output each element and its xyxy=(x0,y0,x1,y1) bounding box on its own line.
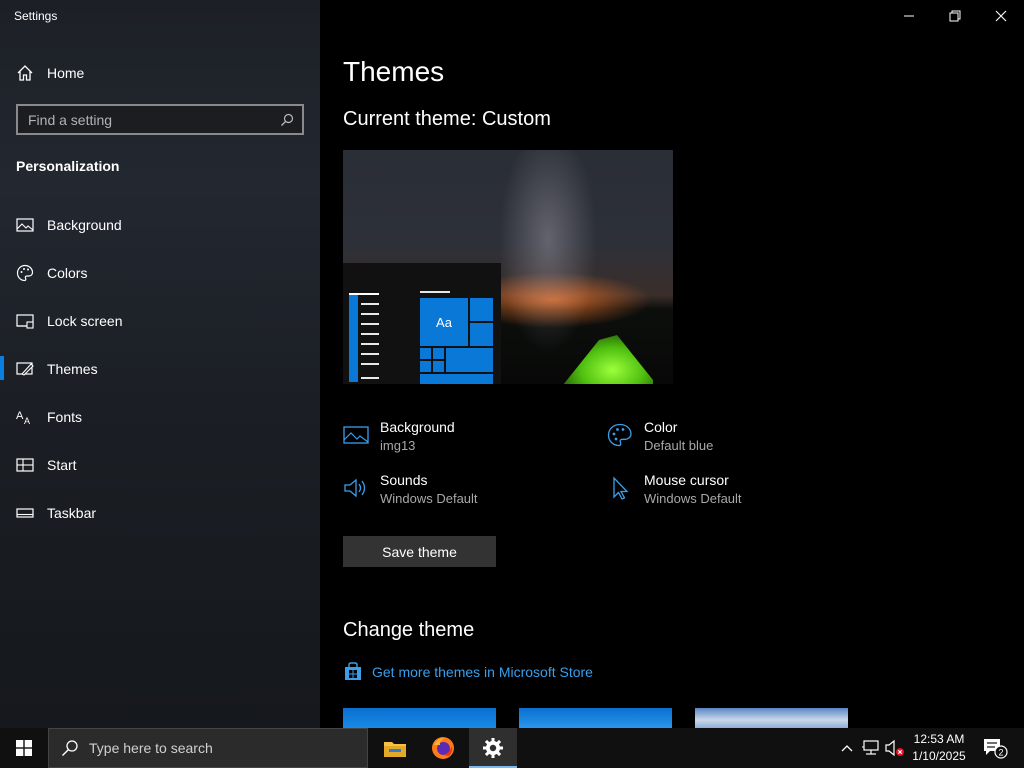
speaker-icon xyxy=(344,478,366,498)
sidebar-item-label: Background xyxy=(47,217,122,233)
sidebar-item-label: Fonts xyxy=(47,409,83,425)
property-name: Mouse cursor xyxy=(644,472,729,488)
sidebar: Settings Home Personalization Background xyxy=(0,0,320,728)
store-link-label: Get more themes in Microsoft Store xyxy=(372,664,593,680)
change-theme-title: Change theme xyxy=(343,619,475,641)
theme-thumbnail-flowers[interactable] xyxy=(695,708,848,728)
search-input[interactable] xyxy=(18,106,302,133)
property-value: img13 xyxy=(380,438,416,453)
sidebar-item-label: Themes xyxy=(47,361,98,377)
sidebar-nav: Background Colors Lock screen Themes A A… xyxy=(0,208,320,544)
network-button[interactable] xyxy=(860,728,882,768)
page-title: Themes xyxy=(343,56,445,87)
minimize-icon xyxy=(904,15,914,17)
property-value: Windows Default xyxy=(380,491,478,506)
sidebar-item-label: Lock screen xyxy=(47,313,123,329)
property-name: Sounds xyxy=(380,472,428,488)
palette-icon xyxy=(16,264,34,282)
firefox-icon xyxy=(432,737,454,759)
sidebar-item-label: Start xyxy=(47,457,77,473)
sidebar-item-background[interactable]: Background xyxy=(0,208,320,256)
close-icon xyxy=(995,10,1007,22)
sidebar-item-label: Colors xyxy=(47,265,88,281)
start-button[interactable] xyxy=(0,728,48,768)
tile-label: Aa xyxy=(420,298,468,346)
settings-gear-icon xyxy=(483,738,503,758)
clock-date: 1/10/2025 xyxy=(912,749,966,763)
action-center-button[interactable]: 2 xyxy=(978,728,1012,768)
home-label: Home xyxy=(47,65,85,81)
theme-preview: Aa xyxy=(343,150,673,384)
property-name: Color xyxy=(644,419,678,435)
notification-count: 2 xyxy=(998,748,1003,758)
volume-button[interactable] xyxy=(884,728,906,768)
clock[interactable]: 12:53 AM 1/10/2025 xyxy=(904,731,974,765)
notifications-icon: 2 xyxy=(984,739,1008,759)
network-icon xyxy=(862,740,879,755)
themes-icon xyxy=(16,362,34,376)
theme-thumbnail-windows-light[interactable] xyxy=(519,708,672,728)
file-explorer-icon xyxy=(384,742,406,757)
sidebar-item-lock-screen[interactable]: Lock screen xyxy=(0,304,320,352)
cursor-icon xyxy=(613,476,629,500)
tent-image xyxy=(563,335,653,384)
start-icon xyxy=(16,458,34,472)
taskbar-firefox[interactable] xyxy=(419,728,467,768)
sidebar-item-colors[interactable]: Colors xyxy=(0,256,320,304)
minimize-button[interactable] xyxy=(886,0,932,32)
sidebar-item-fonts[interactable]: A A Fonts xyxy=(0,400,320,448)
lock-screen-icon xyxy=(16,314,34,329)
taskbar-icon xyxy=(16,508,34,518)
taskbar-search-placeholder: Type here to search xyxy=(89,740,213,756)
save-theme-button[interactable]: Save theme xyxy=(343,536,496,567)
start-menu-preview: Aa xyxy=(343,263,501,384)
home-icon xyxy=(17,65,33,81)
speaker-muted-icon xyxy=(885,739,904,757)
search-icon xyxy=(281,113,294,126)
sidebar-item-label: Taskbar xyxy=(47,505,97,521)
store-icon xyxy=(345,662,361,680)
sidebar-item-start[interactable]: Start xyxy=(0,448,320,496)
maximize-button[interactable] xyxy=(932,0,978,32)
find-setting-search[interactable] xyxy=(16,104,304,135)
palette-icon xyxy=(607,423,632,447)
svg-text:A: A xyxy=(16,410,24,422)
search-icon xyxy=(62,740,78,756)
svg-text:A: A xyxy=(24,416,30,426)
close-button[interactable] xyxy=(978,0,1024,32)
sidebar-item-taskbar[interactable]: Taskbar xyxy=(0,496,320,544)
restore-icon xyxy=(949,10,961,22)
taskbar: Type here to search 12:53 AM 1/10/2025 2 xyxy=(0,728,1024,768)
fonts-icon: A A xyxy=(16,410,30,426)
sidebar-item-themes[interactable]: Themes xyxy=(0,352,320,400)
section-title: Personalization xyxy=(16,158,120,174)
current-theme-title: Current theme: Custom xyxy=(343,108,551,130)
taskbar-file-explorer[interactable] xyxy=(371,728,419,768)
home-button[interactable]: Home xyxy=(16,63,84,83)
picture-icon xyxy=(16,218,34,232)
taskbar-settings[interactable] xyxy=(469,728,517,768)
property-name: Background xyxy=(380,419,455,435)
show-hidden-icons-button[interactable] xyxy=(836,728,858,768)
taskbar-search-box[interactable]: Type here to search xyxy=(48,728,368,768)
app-title: Settings xyxy=(14,9,58,23)
property-value: Default blue xyxy=(644,438,714,453)
property-value: Windows Default xyxy=(644,491,742,506)
theme-thumbnail-windows[interactable] xyxy=(343,708,496,728)
windows-logo-icon xyxy=(16,740,32,756)
picture-icon xyxy=(343,426,369,444)
main-content: Themes Current theme: Custom Aa Backgrou… xyxy=(320,0,1024,728)
chevron-up-icon xyxy=(841,745,853,752)
clock-time: 12:53 AM xyxy=(913,732,965,746)
